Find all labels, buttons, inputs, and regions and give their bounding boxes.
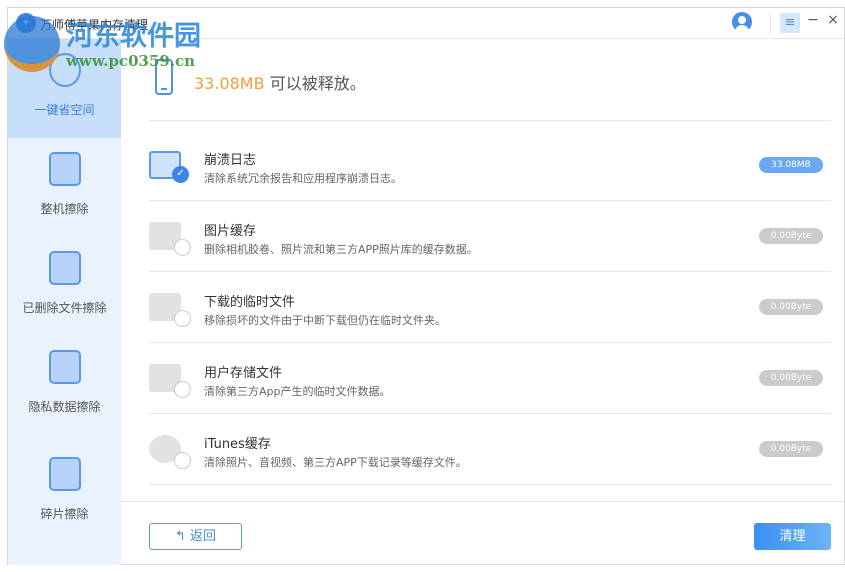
sidebar-item-full-erase[interactable]: 整机擦除 bbox=[8, 138, 121, 237]
item-description: 清除第三方App产生的临时文件数据。 bbox=[204, 385, 391, 398]
sidebar-item-label: 已删除文件擦除 bbox=[22, 301, 107, 315]
shredder-icon bbox=[49, 251, 81, 285]
sidebar-item-save-space[interactable]: 一键省空间 bbox=[8, 39, 121, 138]
phone-icon bbox=[155, 59, 173, 95]
file-clock-icon bbox=[149, 364, 191, 398]
app-title: 万师傅苹果内存清理 bbox=[40, 18, 149, 32]
size-badge: 0.00Byte bbox=[759, 299, 823, 315]
item-description: 清除系统冗余报告和应用程序崩溃日志。 bbox=[204, 172, 402, 185]
sidebar-item-label: 整机擦除 bbox=[40, 202, 89, 216]
image-icon bbox=[149, 222, 191, 256]
sidebar-item-fragment-erase[interactable]: 碎片擦除 bbox=[8, 443, 121, 542]
lock-shredder-icon bbox=[49, 350, 81, 384]
list-item-crash-logs[interactable]: ✓ 崩溃日志 清除系统冗余报告和应用程序崩溃日志。 33.08MB bbox=[149, 129, 831, 200]
app-logo-icon: ✦ bbox=[16, 13, 36, 33]
broom-icon bbox=[49, 53, 81, 87]
music-note-icon bbox=[149, 435, 191, 469]
back-arrow-icon: ↰ bbox=[174, 529, 186, 544]
back-button[interactable]: ↰ 返回 bbox=[149, 523, 242, 550]
download-file-icon bbox=[149, 293, 191, 327]
title-bar: ✦ 万师傅苹果内存清理 ≡ − × bbox=[8, 8, 844, 39]
clean-button[interactable]: 清理 bbox=[754, 523, 831, 550]
size-badge: 0.00Byte bbox=[759, 441, 823, 457]
divider bbox=[149, 120, 831, 121]
list-item-itunes-cache[interactable]: iTunes缓存 清除照片、音视频、第三方APP下载记录等缓存文件。 0.00B… bbox=[149, 413, 831, 484]
size-badge: 33.08MB bbox=[759, 157, 823, 173]
user-account-icon[interactable] bbox=[732, 12, 752, 32]
size-badge: 0.00Byte bbox=[759, 370, 823, 386]
main-panel: 33.08MB 可以被释放。 ✓ 崩溃日志 清除系统冗余报告和应用程序崩溃日志。… bbox=[121, 39, 844, 565]
phone-eraser-icon bbox=[49, 152, 81, 186]
sidebar-item-label: 隐私数据擦除 bbox=[28, 400, 101, 414]
list-item-photo-cache[interactable]: 图片缓存 删除相机胶卷、照片流和第三方APP照片库的缓存数据。 0.00Byte bbox=[149, 200, 831, 271]
close-button[interactable]: × bbox=[826, 12, 840, 28]
sidebar-item-deleted-erase[interactable]: 已删除文件擦除 bbox=[8, 237, 121, 336]
item-title: 下载的临时文件 bbox=[204, 295, 296, 310]
item-title: 图片缓存 bbox=[204, 224, 257, 239]
item-title: 崩溃日志 bbox=[204, 153, 257, 168]
app-folder-icon bbox=[49, 457, 81, 491]
size-badge: 0.00Byte bbox=[759, 228, 823, 244]
sidebar-item-privacy-erase[interactable]: 隐私数据擦除 bbox=[8, 336, 121, 435]
sidebar: 一键省空间 整机擦除 已删除文件擦除 隐私数据擦除 碎片擦除 bbox=[8, 39, 121, 565]
minimize-button[interactable]: − bbox=[806, 12, 820, 28]
list-item-user-storage[interactable]: 用户存储文件 清除第三方App产生的临时文件数据。 0.00Byte bbox=[149, 342, 831, 413]
releasable-size: 33.08MB bbox=[194, 74, 265, 93]
checkbox-icon[interactable] bbox=[174, 310, 191, 327]
item-description: 清除照片、音视频、第三方APP下载记录等缓存文件。 bbox=[204, 456, 467, 469]
item-title: iTunes缓存 bbox=[204, 437, 271, 452]
item-description: 移除损坏的文件由于中断下载但仍在临时文件夹。 bbox=[204, 314, 446, 327]
menu-button[interactable]: ≡ bbox=[780, 13, 800, 33]
checkbox-icon[interactable] bbox=[174, 381, 191, 398]
checkbox-checked-icon[interactable]: ✓ bbox=[172, 166, 189, 183]
checkbox-icon[interactable] bbox=[174, 239, 191, 256]
item-title: 用户存储文件 bbox=[204, 366, 283, 381]
clipboard-icon: ✓ bbox=[149, 151, 189, 183]
footer-divider bbox=[121, 501, 844, 502]
item-description: 删除相机胶卷、照片流和第三方APP照片库的缓存数据。 bbox=[204, 243, 478, 256]
checkbox-icon[interactable] bbox=[174, 452, 191, 469]
sidebar-item-label: 一键省空间 bbox=[34, 103, 95, 117]
sidebar-item-label: 碎片擦除 bbox=[40, 507, 89, 521]
back-label: 返回 bbox=[190, 529, 217, 544]
summary-text: 33.08MB 可以被释放。 bbox=[194, 70, 366, 94]
summary-label: 可以被释放。 bbox=[269, 74, 366, 93]
list-item-temp-downloads[interactable]: 下载的临时文件 移除损坏的文件由于中断下载但仍在临时文件夹。 0.00Byte bbox=[149, 271, 831, 342]
app-window: ✦ 万师傅苹果内存清理 ≡ − × 一键省空间 整机擦除 已删除文件擦除 隐私数… bbox=[7, 7, 845, 565]
title-separator bbox=[770, 14, 771, 34]
divider bbox=[149, 484, 831, 485]
